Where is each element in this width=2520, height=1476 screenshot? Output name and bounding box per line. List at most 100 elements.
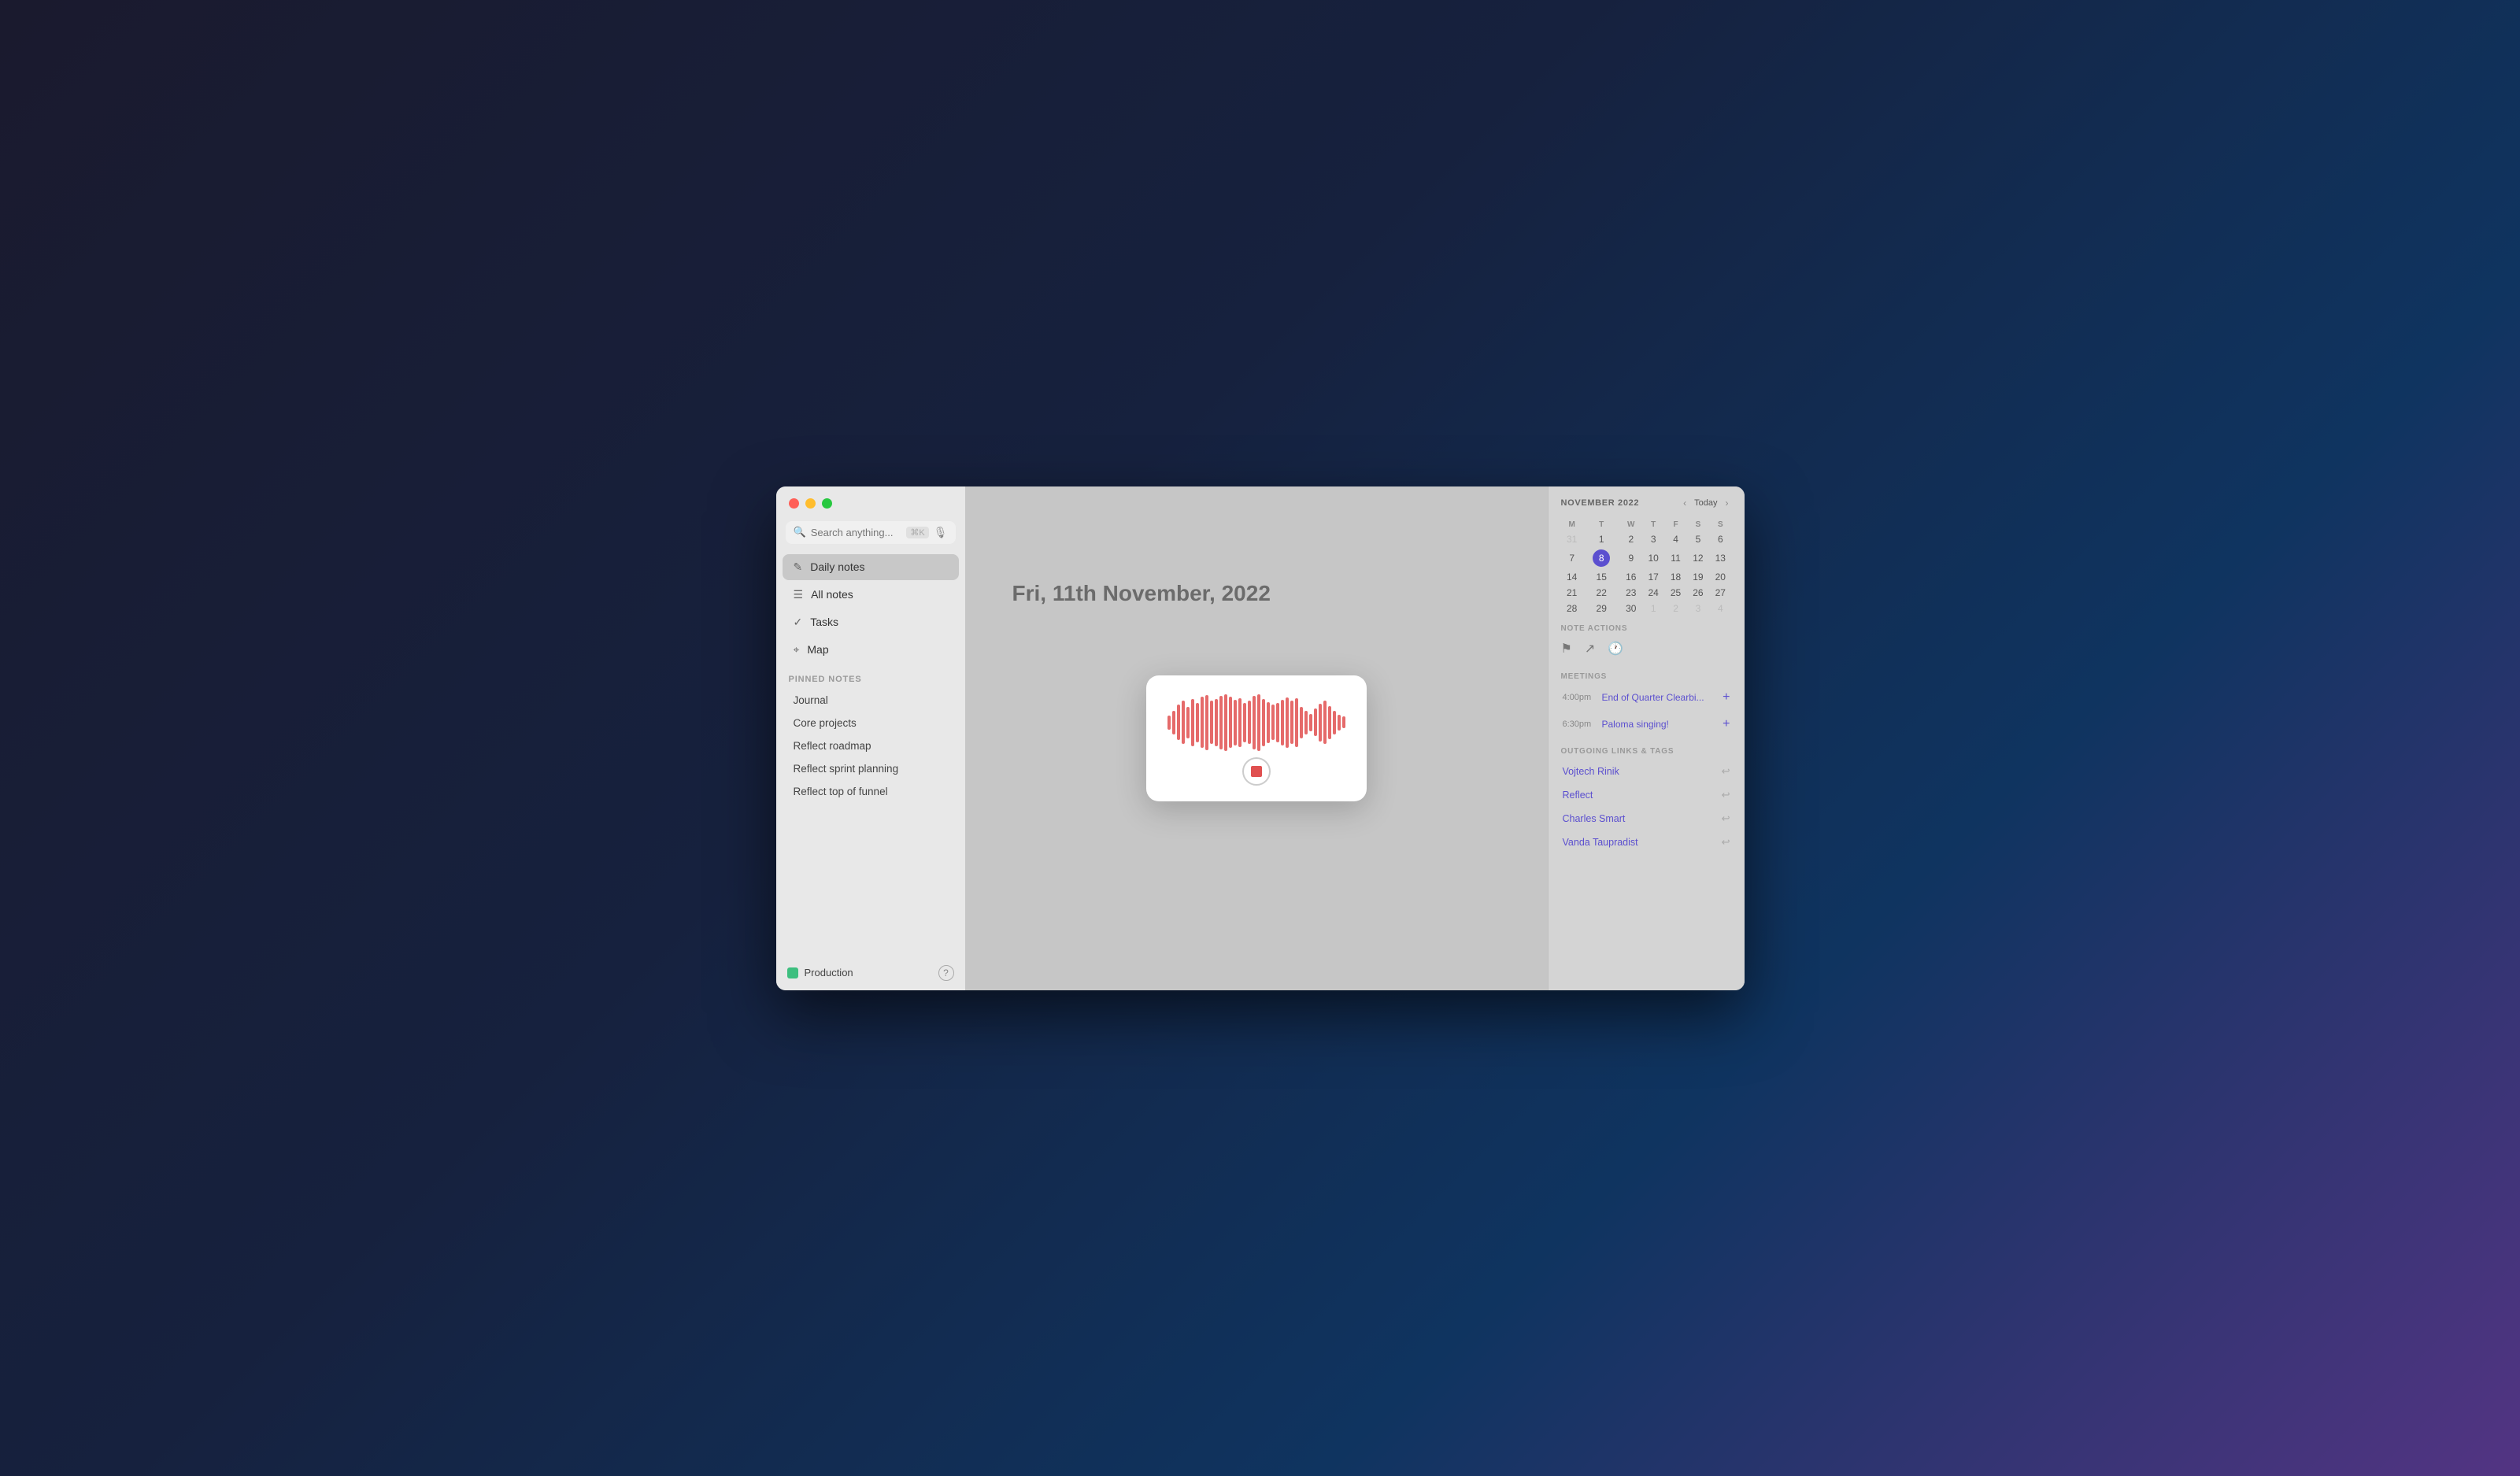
link-name[interactable]: Vanda Taupradist: [1563, 837, 1638, 848]
help-button[interactable]: ?: [938, 965, 954, 981]
calendar-prev-button[interactable]: ‹: [1680, 496, 1689, 510]
link-item: Vojtech Rinik ↩: [1556, 760, 1737, 782]
pinned-item-reflect-sprint-planning[interactable]: Reflect sprint planning: [781, 758, 960, 779]
waveform-bar: [1201, 697, 1204, 748]
stop-recording-button[interactable]: [1242, 757, 1271, 786]
calendar-day[interactable]: 15: [1583, 569, 1620, 585]
link-arrow-icon: ↩: [1722, 812, 1730, 825]
pinned-item-reflect-top-of-funnel[interactable]: Reflect top of funnel: [781, 781, 960, 802]
share-action-icon[interactable]: ↗: [1585, 641, 1595, 657]
calendar-day[interactable]: 29: [1583, 601, 1620, 616]
waveform-bar: [1224, 694, 1227, 751]
calendar-day[interactable]: 1: [1642, 601, 1664, 616]
link-name[interactable]: Vojtech Rinik: [1563, 766, 1619, 777]
calendar-month-label: NOVEMBER 2022: [1561, 498, 1640, 508]
calendar-day[interactable]: 31: [1561, 531, 1583, 547]
meetings-list: 4:00pm End of Quarter Clearbi... + 6:30p…: [1549, 686, 1745, 739]
calendar-day[interactable]: 19: [1687, 569, 1709, 585]
link-name[interactable]: Reflect: [1563, 790, 1593, 801]
clock-action-icon[interactable]: 🕐: [1608, 641, 1623, 657]
meeting-add-button[interactable]: +: [1723, 690, 1730, 705]
right-panel: NOVEMBER 2022 ‹ Today › M T W T F S: [1548, 486, 1745, 990]
search-input[interactable]: [811, 527, 902, 538]
sidebar-item-tasks[interactable]: ✓ Tasks: [783, 609, 959, 635]
calendar-day[interactable]: 4: [1664, 531, 1686, 547]
meeting-name[interactable]: End of Quarter Clearbi...: [1602, 692, 1717, 703]
pinned-item-label: Reflect roadmap: [794, 740, 871, 752]
calendar-day[interactable]: 3: [1642, 531, 1664, 547]
pinned-item-reflect-roadmap[interactable]: Reflect roadmap: [781, 735, 960, 756]
calendar-next-button[interactable]: ›: [1723, 496, 1732, 510]
traffic-light-yellow[interactable]: [805, 498, 816, 509]
waveform-bar: [1257, 694, 1260, 751]
calendar-day[interactable]: 30: [1620, 601, 1642, 616]
calendar-day[interactable]: 7: [1561, 547, 1583, 569]
calendar-day[interactable]: 22: [1583, 585, 1620, 601]
calendar-day[interactable]: 2: [1620, 531, 1642, 547]
calendar-day[interactable]: 1: [1583, 531, 1620, 547]
calendar-day[interactable]: 27: [1709, 585, 1731, 601]
calendar-day[interactable]: 4: [1709, 601, 1731, 616]
pin-action-icon[interactable]: ⚑: [1561, 641, 1572, 657]
calendar-day[interactable]: 18: [1664, 569, 1686, 585]
traffic-light-red[interactable]: [789, 498, 799, 509]
sidebar-item-all-notes[interactable]: ☰ All notes: [783, 582, 959, 608]
waveform-bar: [1229, 697, 1232, 748]
waveform-bar: [1342, 716, 1345, 728]
link-name[interactable]: Charles Smart: [1563, 813, 1626, 824]
waveform-bar: [1314, 708, 1317, 736]
traffic-light-green[interactable]: [822, 498, 832, 509]
app-window: 🔍 ⌘K 🎙 ✎ Daily notes ☰ All notes ✓ Tasks…: [776, 486, 1745, 990]
note-actions-row: ⚑ ↗ 🕐: [1549, 638, 1745, 664]
calendar-day[interactable]: 14: [1561, 569, 1583, 585]
calendar-day[interactable]: 21: [1561, 585, 1583, 601]
sidebar-item-map[interactable]: ⌖ Map: [783, 637, 959, 663]
calendar-day[interactable]: 20: [1709, 569, 1731, 585]
calendar-day[interactable]: 3: [1687, 601, 1709, 616]
edit-icon: ✎: [794, 560, 803, 574]
sidebar-item-daily-notes[interactable]: ✎ Daily notes: [783, 554, 959, 580]
note-actions-section-label: NOTE ACTIONS: [1549, 616, 1745, 638]
calendar-day[interactable]: 2: [1664, 601, 1686, 616]
calendar-day[interactable]: 25: [1664, 585, 1686, 601]
link-arrow-icon: ↩: [1722, 765, 1730, 778]
calendar-day[interactable]: 9: [1620, 547, 1642, 569]
workspace-color-dot: [787, 967, 798, 978]
titlebar: [776, 486, 965, 521]
search-bar[interactable]: 🔍 ⌘K 🎙: [786, 521, 956, 544]
calendar-grid: M T W T F S S 31 1 2 3 4: [1561, 518, 1732, 616]
calendar-day[interactable]: 6: [1709, 531, 1731, 547]
today-button[interactable]: Today: [1694, 498, 1717, 508]
calendar-day[interactable]: 17: [1642, 569, 1664, 585]
calendar-day[interactable]: 16: [1620, 569, 1642, 585]
calendar-day[interactable]: 13: [1709, 547, 1731, 569]
waveform-bar: [1300, 707, 1303, 738]
meeting-add-button[interactable]: +: [1723, 717, 1730, 731]
calendar-day-today[interactable]: 8: [1583, 547, 1620, 569]
waveform-bar: [1238, 698, 1241, 747]
waveform-bar: [1191, 699, 1194, 746]
waveform-bar: [1295, 698, 1298, 747]
waveform-bar: [1319, 704, 1322, 742]
kbd-shortcut: ⌘K: [906, 527, 928, 538]
calendar-day[interactable]: 28: [1561, 601, 1583, 616]
meeting-time: 6:30pm: [1563, 720, 1596, 729]
calendar-day[interactable]: 10: [1642, 547, 1664, 569]
waveform-bar: [1304, 711, 1308, 734]
calendar-section: NOVEMBER 2022 ‹ Today › M T W T F S: [1549, 486, 1745, 616]
pinned-item-core-projects[interactable]: Core projects: [781, 712, 960, 734]
calendar-day[interactable]: 24: [1642, 585, 1664, 601]
waveform-bar: [1248, 701, 1251, 744]
day-header-thu: T: [1642, 518, 1664, 531]
calendar-day[interactable]: 5: [1687, 531, 1709, 547]
calendar-day[interactable]: 26: [1687, 585, 1709, 601]
calendar-day[interactable]: 23: [1620, 585, 1642, 601]
day-header-wed: W: [1620, 518, 1642, 531]
meeting-item: 6:30pm Paloma singing! +: [1556, 712, 1737, 736]
calendar-day[interactable]: 11: [1664, 547, 1686, 569]
microphone-icon[interactable]: 🎙: [934, 526, 948, 539]
sidebar-footer: Production ?: [776, 956, 965, 990]
meeting-name[interactable]: Paloma singing!: [1602, 719, 1717, 730]
calendar-day[interactable]: 12: [1687, 547, 1709, 569]
pinned-item-journal[interactable]: Journal: [781, 690, 960, 711]
